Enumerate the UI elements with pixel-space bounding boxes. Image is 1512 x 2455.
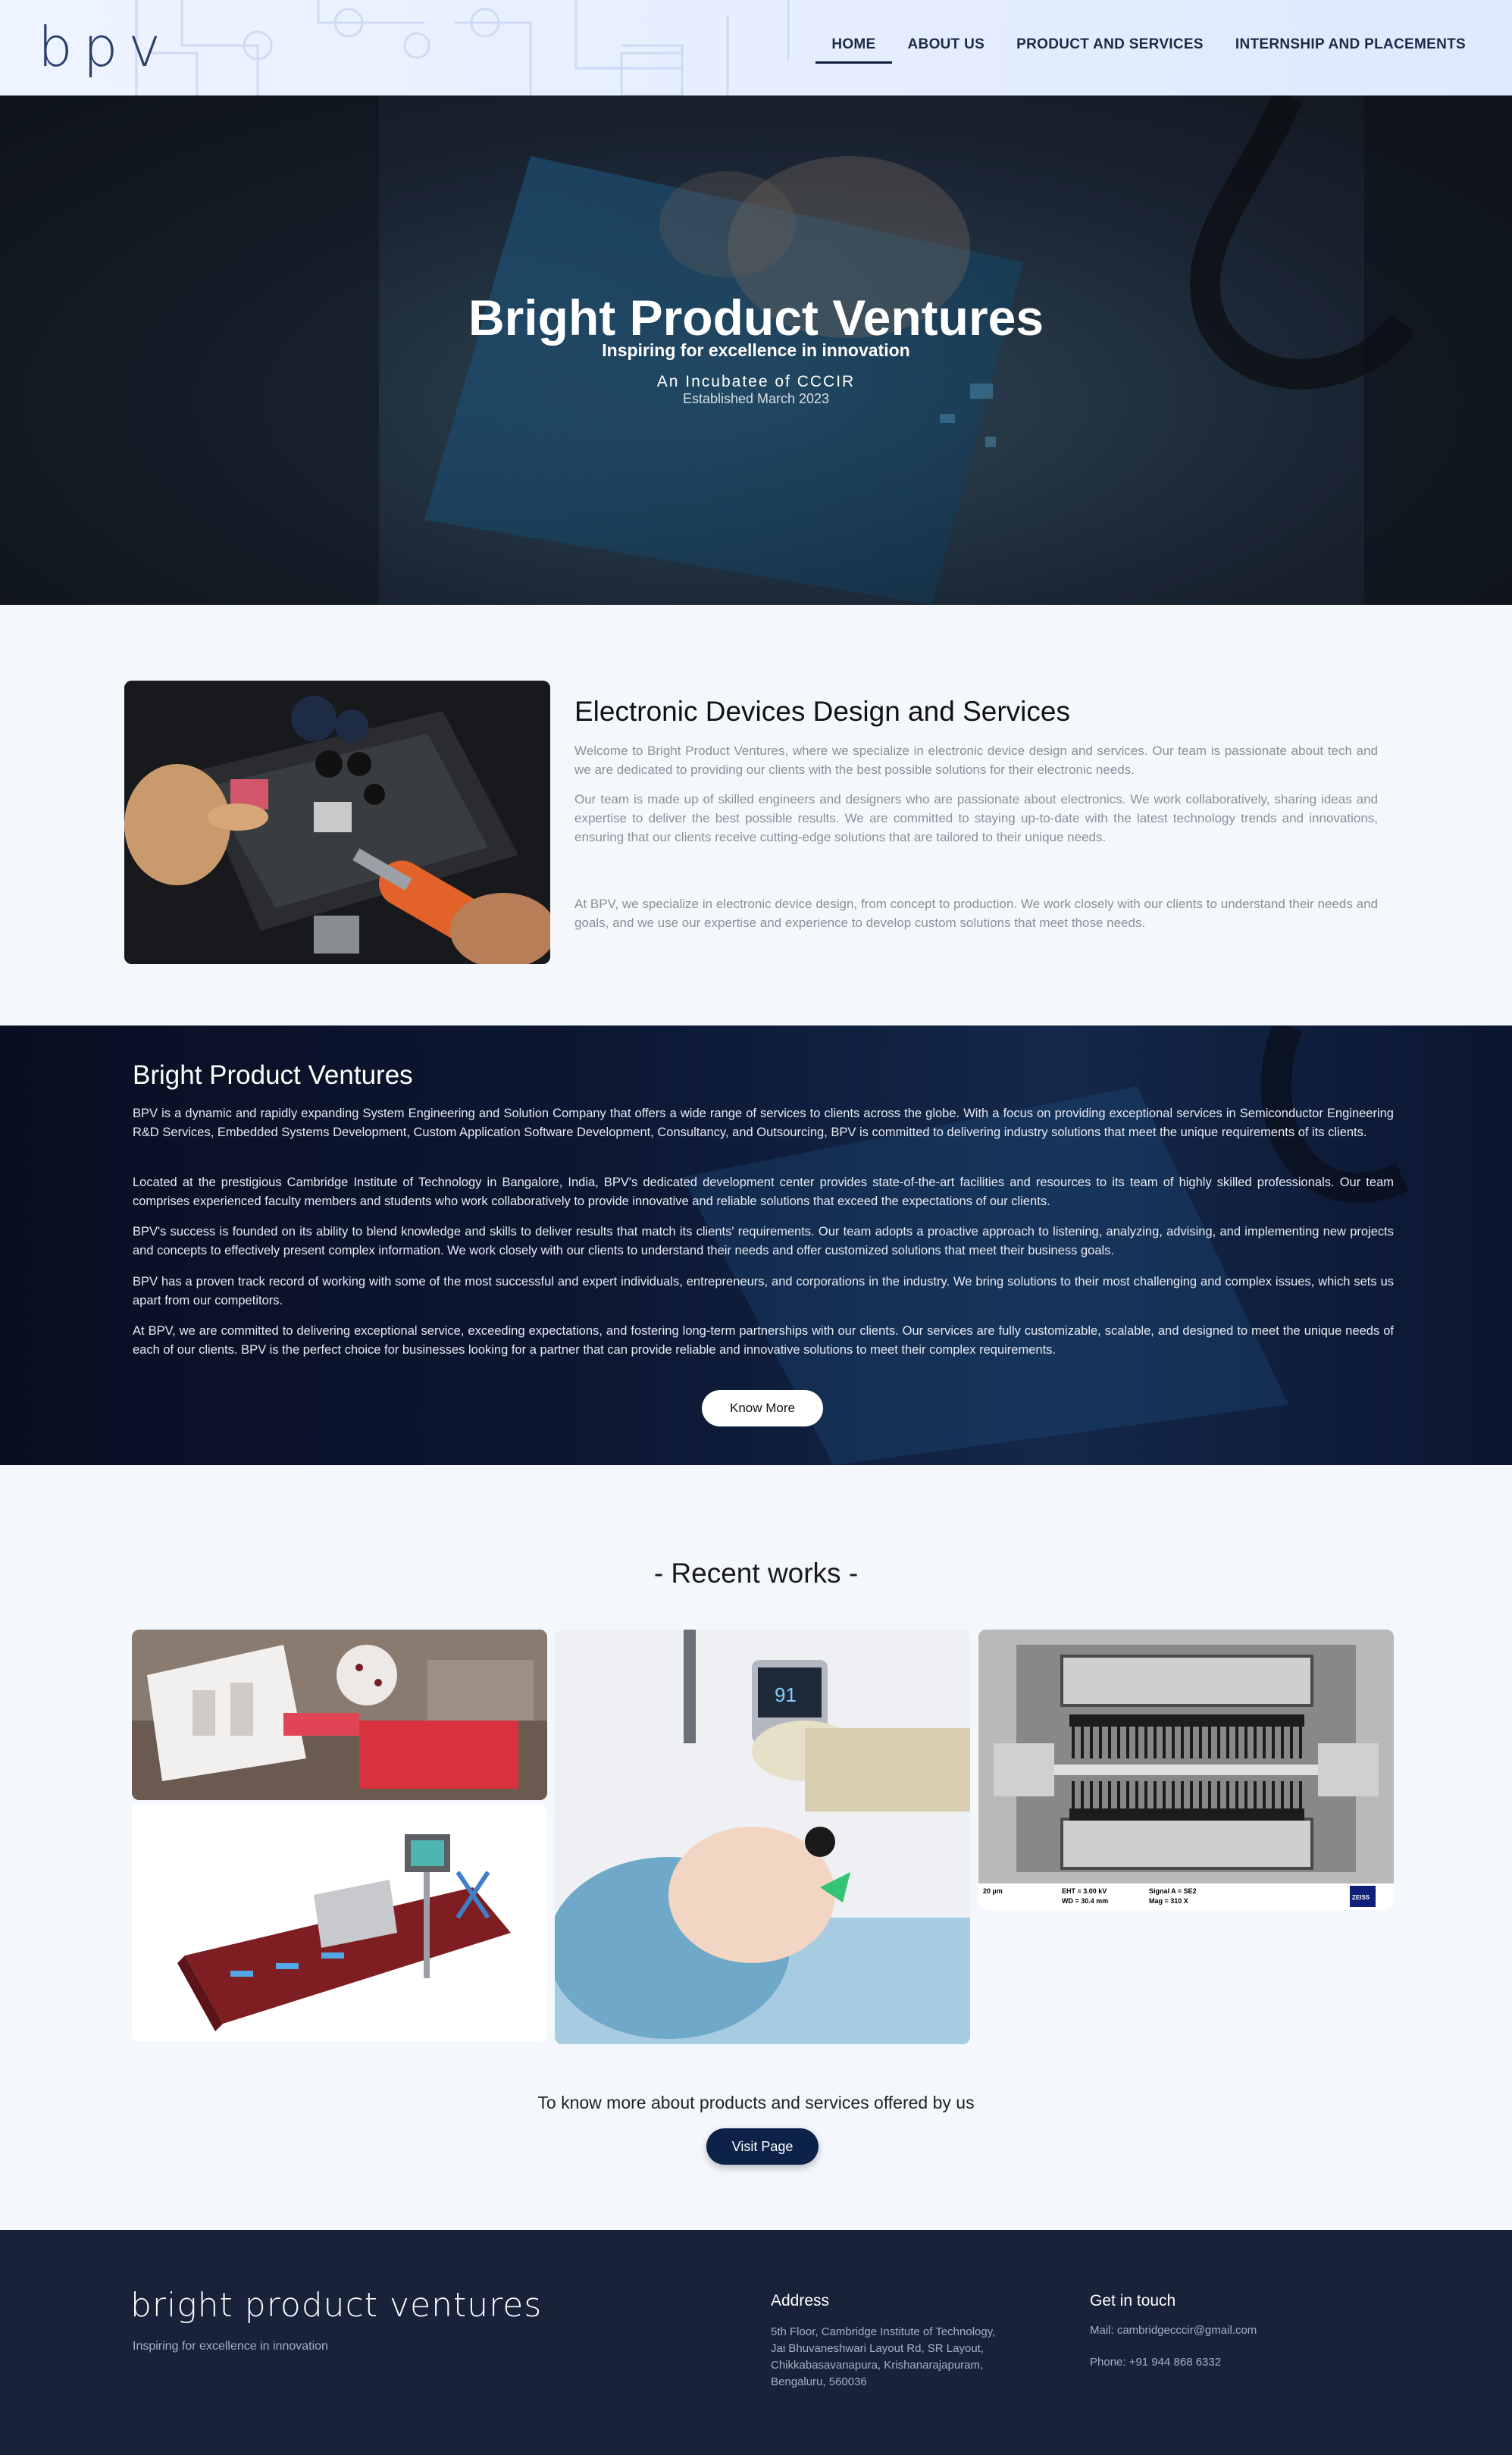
about-heading: Bright Product Ventures xyxy=(133,1060,413,1090)
edd-paragraph-2: Our team is made up of skilled engineers… xyxy=(574,792,1378,844)
top-navbar: bpv HOME ABOUT US PRODUCT AND SERVICES I… xyxy=(0,0,1512,96)
work-image-robotic-fixture[interactable] xyxy=(132,1630,547,1800)
nav-about-us[interactable]: ABOUT US xyxy=(892,33,1001,56)
about-section: Bright Product Ventures BPV is a dynamic… xyxy=(0,1026,1512,1465)
hero-subtitle: Inspiring for excellence in innovation xyxy=(602,340,910,360)
edd-paragraph-1: Welcome to Bright Product Ventures, wher… xyxy=(574,744,1378,777)
contact-mail[interactable]: Mail: cambridgecccir@gmail.com xyxy=(1090,2322,1257,2339)
sem-signal-text: Signal A = SE2 xyxy=(1149,1887,1197,1895)
address-line-3: Chikkabasavanapura, Krishanarajapuram, xyxy=(771,2359,984,2372)
about-paragraph-4: BPV has a proven track record of working… xyxy=(133,1275,1394,1307)
visit-page-button[interactable]: Visit Page xyxy=(706,2128,819,2165)
edd-paragraph-3: At BPV, we specialize in electronic devi… xyxy=(574,897,1378,930)
electronic-devices-heading: Electronic Devices Design and Services xyxy=(574,696,1070,727)
hero-established: Established March 2023 xyxy=(682,391,830,406)
electronics-repair-image xyxy=(124,681,550,964)
bpv-logo[interactable]: bpv xyxy=(38,17,171,77)
device-reading-text: 91 xyxy=(775,1683,797,1706)
footer-tagline: Inspiring for excellence in innovation xyxy=(133,2340,328,2353)
cta-text: To know more about products and services… xyxy=(537,2093,975,2112)
sem-scale-text: 20 µm xyxy=(983,1887,1003,1895)
contact-phone[interactable]: Phone: +91 944 868 6332 xyxy=(1090,2354,1221,2371)
nav-products-services[interactable]: PRODUCT AND SERVICES xyxy=(1000,33,1219,56)
work-image-conveyor-machine[interactable] xyxy=(132,1804,547,2041)
work-image-medical-device[interactable]: 91 xyxy=(555,1630,970,2044)
work-image-sem-mems[interactable]: 20 µm EHT = 3.00 kV WD = 30.4 mm Signal … xyxy=(978,1630,1394,1910)
sem-wd-text: WD = 30.4 mm xyxy=(1062,1897,1108,1905)
sem-eht-text: EHT = 3.00 kV xyxy=(1062,1887,1107,1895)
about-paragraph-3: BPV's success is founded on its ability … xyxy=(133,1225,1394,1257)
hero-banner: Bright Product Ventures Inspiring for ex… xyxy=(0,96,1512,605)
hero-title: Bright Product Ventures xyxy=(468,290,1044,346)
about-paragraph-5: At BPV, we are committed to delivering e… xyxy=(133,1324,1394,1357)
hero-incubatee: An Incubatee of CCCIR xyxy=(656,373,856,390)
footer-logo: bright product ventures xyxy=(130,2286,543,2325)
about-paragraph-2: Located at the prestigious Cambridge Ins… xyxy=(133,1176,1394,1208)
sem-mag-text: Mag = 310 X xyxy=(1149,1897,1188,1905)
know-more-button[interactable]: Know More xyxy=(702,1390,823,1426)
nav-links: HOME ABOUT US PRODUCT AND SERVICES INTER… xyxy=(815,33,1482,64)
footer: bright product ventures Inspiring for ex… xyxy=(0,2230,1512,2455)
address-heading: Address xyxy=(771,2292,830,2309)
recent-works-heading: - Recent works - xyxy=(653,1558,859,1589)
address-line-1: 5th Floor, Cambridge Institute of Techno… xyxy=(771,2325,996,2338)
contact-heading: Get in touch xyxy=(1090,2292,1176,2309)
zeiss-logo-text: ZEISS xyxy=(1352,1894,1370,1901)
about-paragraph-1: BPV is a dynamic and rapidly expanding S… xyxy=(133,1107,1394,1139)
nav-home[interactable]: HOME xyxy=(815,33,892,64)
address-line-2: Jai Bhuvaneshwari Layout Rd, SR Layout, xyxy=(771,2342,984,2355)
nav-internship-placements[interactable]: INTERNSHIP AND PLACEMENTS xyxy=(1219,33,1482,56)
address-line-4: Bengaluru, 560036 xyxy=(771,2375,867,2388)
